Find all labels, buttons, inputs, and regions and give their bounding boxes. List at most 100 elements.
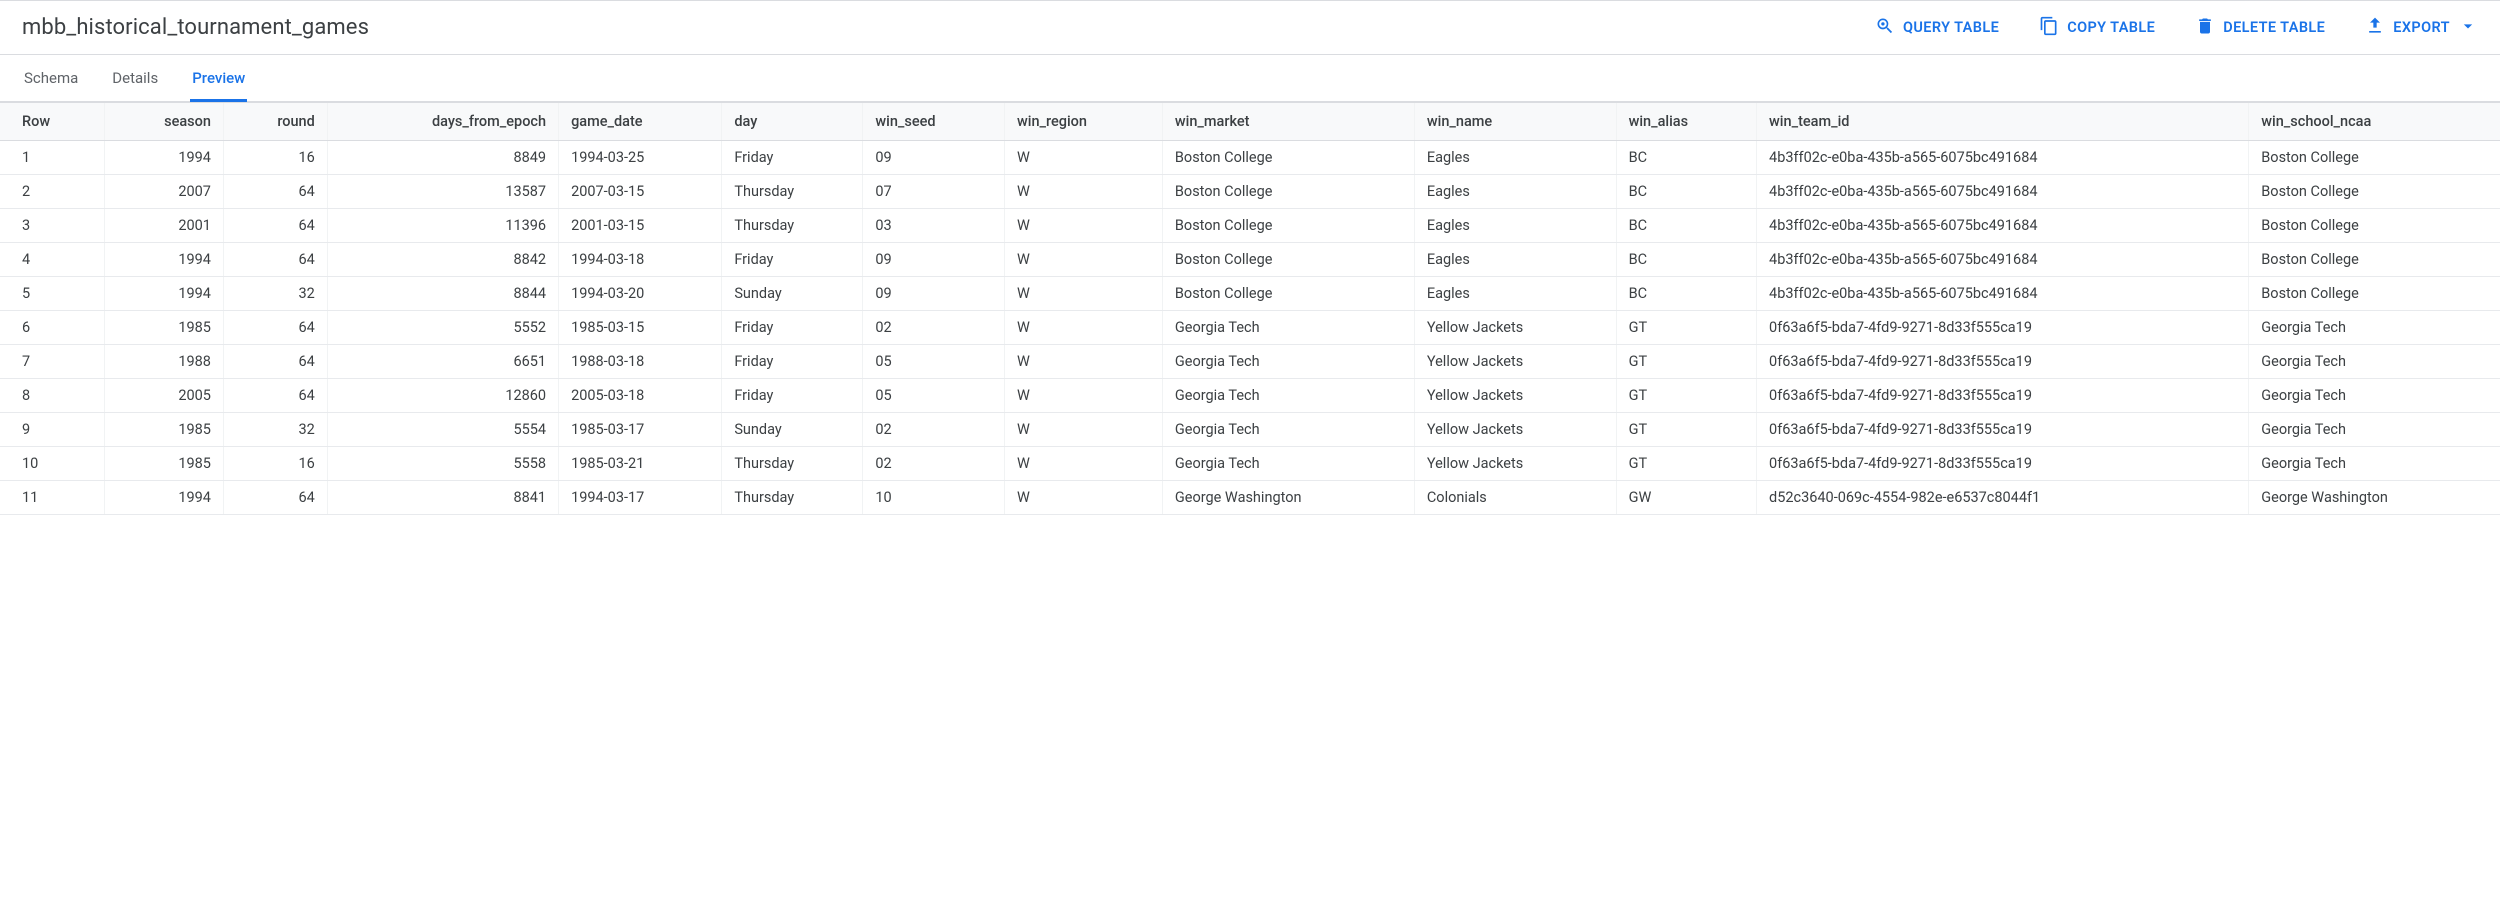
cell-win_region: W <box>1004 209 1162 243</box>
delete-table-button[interactable]: DELETE TABLE <box>2195 16 2325 40</box>
cell-win_school_ncaa: Georgia Tech <box>2249 379 2500 413</box>
col-game-date[interactable]: game_date <box>559 103 722 141</box>
cell-game_date: 1985-03-15 <box>559 311 722 345</box>
col-win-school-ncaa[interactable]: win_school_ncaa <box>2249 103 2500 141</box>
cell-win_seed: 09 <box>863 141 1005 175</box>
cell-round: 32 <box>223 413 327 447</box>
cell-day: Thursday <box>722 175 863 209</box>
cell-win_market: Georgia Tech <box>1162 413 1414 447</box>
tab-schema[interactable]: Schema <box>22 55 80 102</box>
cell-win_school_ncaa: Georgia Tech <box>2249 345 2500 379</box>
cell-row: 8 <box>0 379 104 413</box>
cell-round: 16 <box>223 447 327 481</box>
table-row[interactable]: 919853255541985-03-17Sunday02WGeorgia Te… <box>0 413 2500 447</box>
cell-win_name: Colonials <box>1414 481 1616 515</box>
table-row[interactable]: 8200564128602005-03-18Friday05WGeorgia T… <box>0 379 2500 413</box>
col-round[interactable]: round <box>223 103 327 141</box>
cell-days_from_epoch: 8844 <box>327 277 558 311</box>
cell-win_seed: 10 <box>863 481 1005 515</box>
cell-round: 64 <box>223 175 327 209</box>
query-icon <box>1875 16 1895 40</box>
export-label: EXPORT <box>2393 19 2450 36</box>
cell-season: 1985 <box>104 413 223 447</box>
col-win-team-id[interactable]: win_team_id <box>1757 103 2249 141</box>
col-win-seed[interactable]: win_seed <box>863 103 1005 141</box>
cell-win_team_id: 0f63a6f5-bda7-4fd9-9271-8d33f555ca19 <box>1757 311 2249 345</box>
col-day[interactable]: day <box>722 103 863 141</box>
cell-win_alias: BC <box>1616 141 1756 175</box>
col-win-name[interactable]: win_name <box>1414 103 1616 141</box>
tab-bar: Schema Details Preview <box>0 55 2500 102</box>
cell-win_alias: GT <box>1616 447 1756 481</box>
cell-day: Friday <box>722 243 863 277</box>
cell-round: 64 <box>223 379 327 413</box>
cell-days_from_epoch: 5552 <box>327 311 558 345</box>
cell-win_region: W <box>1004 379 1162 413</box>
col-season[interactable]: season <box>104 103 223 141</box>
cell-season: 1994 <box>104 243 223 277</box>
tab-details[interactable]: Details <box>110 55 160 102</box>
cell-game_date: 1985-03-21 <box>559 447 722 481</box>
cell-season: 2001 <box>104 209 223 243</box>
delete-icon <box>2195 16 2215 40</box>
col-win-market[interactable]: win_market <box>1162 103 1414 141</box>
table-row[interactable]: 3200164113962001-03-15Thursday03WBoston … <box>0 209 2500 243</box>
cell-season: 2005 <box>104 379 223 413</box>
cell-win_seed: 07 <box>863 175 1005 209</box>
cell-win_name: Eagles <box>1414 277 1616 311</box>
cell-season: 1985 <box>104 311 223 345</box>
cell-days_from_epoch: 5558 <box>327 447 558 481</box>
cell-win_alias: GT <box>1616 379 1756 413</box>
cell-win_region: W <box>1004 413 1162 447</box>
preview-table: Row season round days_from_epoch game_da… <box>0 102 2500 515</box>
cell-win_name: Yellow Jackets <box>1414 447 1616 481</box>
table-row[interactable]: 519943288441994-03-20Sunday09WBoston Col… <box>0 277 2500 311</box>
cell-round: 64 <box>223 345 327 379</box>
cell-win_team_id: 0f63a6f5-bda7-4fd9-9271-8d33f555ca19 <box>1757 345 2249 379</box>
cell-win_name: Eagles <box>1414 209 1616 243</box>
cell-win_alias: BC <box>1616 209 1756 243</box>
query-table-button[interactable]: QUERY TABLE <box>1875 16 1999 40</box>
table-row[interactable]: 119941688491994-03-25Friday09WBoston Col… <box>0 141 2500 175</box>
col-row[interactable]: Row <box>0 103 104 141</box>
cell-win_alias: GT <box>1616 311 1756 345</box>
export-button[interactable]: EXPORT <box>2365 16 2478 40</box>
table-row[interactable]: 719886466511988-03-18Friday05WGeorgia Te… <box>0 345 2500 379</box>
cell-win_seed: 02 <box>863 413 1005 447</box>
cell-win_region: W <box>1004 481 1162 515</box>
cell-win_market: Georgia Tech <box>1162 345 1414 379</box>
cell-day: Friday <box>722 345 863 379</box>
copy-table-button[interactable]: COPY TABLE <box>2039 16 2155 40</box>
cell-win_seed: 09 <box>863 277 1005 311</box>
page-title: mbb_historical_tournament_games <box>22 15 369 40</box>
table-row[interactable]: 1019851655581985-03-21Thursday02WGeorgia… <box>0 447 2500 481</box>
cell-win_team_id: 0f63a6f5-bda7-4fd9-9271-8d33f555ca19 <box>1757 447 2249 481</box>
table-row[interactable]: 419946488421994-03-18Friday09WBoston Col… <box>0 243 2500 277</box>
cell-row: 10 <box>0 447 104 481</box>
col-win-region[interactable]: win_region <box>1004 103 1162 141</box>
cell-win_market: Georgia Tech <box>1162 379 1414 413</box>
cell-round: 64 <box>223 209 327 243</box>
table-row[interactable]: 2200764135872007-03-15Thursday07WBoston … <box>0 175 2500 209</box>
col-days[interactable]: days_from_epoch <box>327 103 558 141</box>
cell-row: 7 <box>0 345 104 379</box>
cell-win_region: W <box>1004 175 1162 209</box>
tab-preview[interactable]: Preview <box>190 55 247 102</box>
cell-days_from_epoch: 11396 <box>327 209 558 243</box>
table-row[interactable]: 1119946488411994-03-17Thursday10WGeorge … <box>0 481 2500 515</box>
cell-row: 5 <box>0 277 104 311</box>
table-row[interactable]: 619856455521985-03-15Friday02WGeorgia Te… <box>0 311 2500 345</box>
copy-table-label: COPY TABLE <box>2067 19 2155 36</box>
cell-win_team_id: 0f63a6f5-bda7-4fd9-9271-8d33f555ca19 <box>1757 413 2249 447</box>
cell-day: Friday <box>722 141 863 175</box>
col-win-alias[interactable]: win_alias <box>1616 103 1756 141</box>
delete-table-label: DELETE TABLE <box>2223 19 2325 36</box>
cell-day: Friday <box>722 311 863 345</box>
cell-win_region: W <box>1004 345 1162 379</box>
table-header-row: Row season round days_from_epoch game_da… <box>0 103 2500 141</box>
cell-win_seed: 05 <box>863 379 1005 413</box>
cell-row: 11 <box>0 481 104 515</box>
cell-win_market: George Washington <box>1162 481 1414 515</box>
cell-win_school_ncaa: Boston College <box>2249 175 2500 209</box>
cell-day: Sunday <box>722 413 863 447</box>
